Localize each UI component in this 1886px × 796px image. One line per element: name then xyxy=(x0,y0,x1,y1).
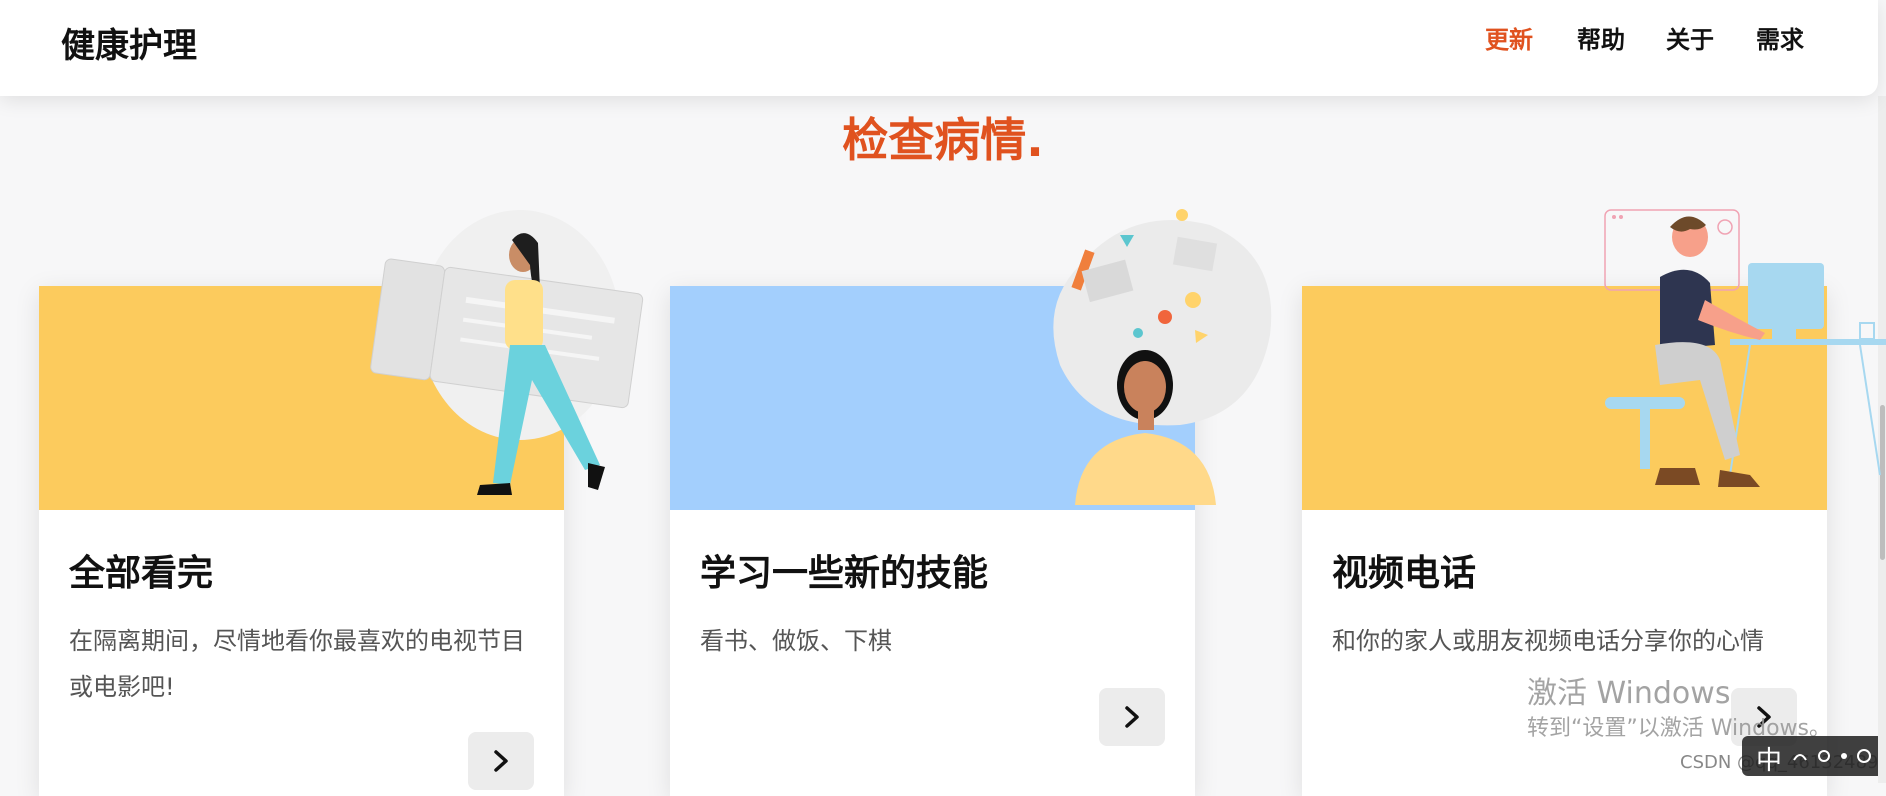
chevron-right-icon xyxy=(494,750,508,772)
card-description: 看书、做饭、下棋 xyxy=(700,627,892,655)
next-arrow-button[interactable] xyxy=(1099,688,1165,746)
card-title: 全部看完 xyxy=(69,553,214,594)
brand-logo-text[interactable]: 健康护理 xyxy=(61,18,197,67)
ime-icons xyxy=(1793,749,1871,763)
chevron-right-icon xyxy=(1125,706,1139,728)
next-arrow-button[interactable] xyxy=(468,732,534,790)
ime-language-indicator[interactable]: 中 xyxy=(1756,740,1782,777)
card-description: 和你的家人或朋友视频电话分享你的心情 xyxy=(1332,627,1764,655)
card-title: 学习一些新的技能 xyxy=(700,553,989,594)
man-video-call-illustration xyxy=(1604,209,1886,487)
woman-walking-illustration xyxy=(370,210,644,495)
woman-thinking-illustration xyxy=(1053,209,1272,505)
nav-item-help[interactable]: 帮助 xyxy=(1577,20,1625,55)
ime-toolbar[interactable]: 中 xyxy=(1742,736,1886,776)
nav-item-updates[interactable]: 更新 xyxy=(1485,20,1533,55)
nav-item-needs[interactable]: 需求 xyxy=(1756,20,1804,55)
top-navigation-bar: 健康护理 更新 帮助 关于 需求 xyxy=(0,0,1878,96)
card-description: 在隔离期间，尽情地看你最喜欢的电视节目或电影吧! xyxy=(69,627,525,701)
windows-activation-title: 激活 Windows xyxy=(1527,676,1731,711)
section-title: 检查病情. xyxy=(842,113,1044,167)
nav-item-about[interactable]: 关于 xyxy=(1666,20,1714,55)
card-title: 视频电话 xyxy=(1332,553,1477,594)
